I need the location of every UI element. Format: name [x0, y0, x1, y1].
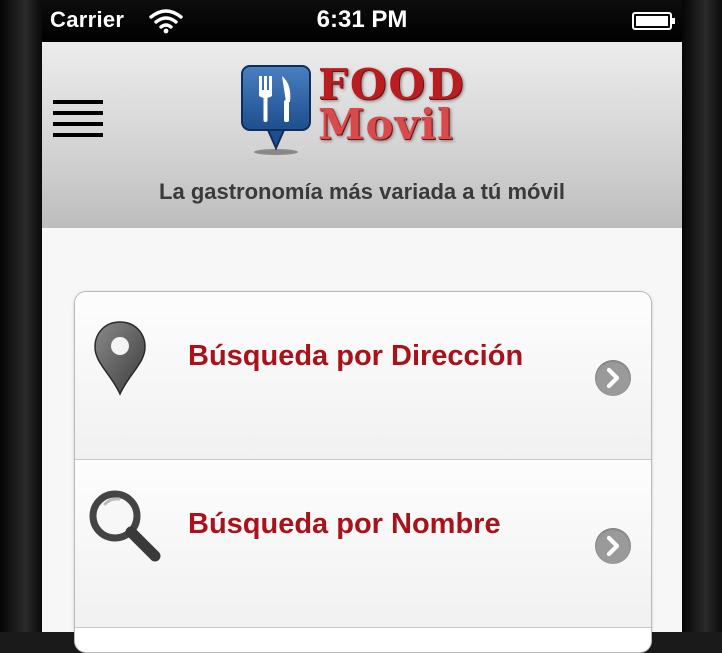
magnifier-icon	[85, 486, 165, 571]
tagline: La gastronomía más variada a tú móvil	[159, 179, 565, 204]
device-bezel-right	[682, 0, 722, 632]
logo-wordmark: FOOD Movil	[318, 64, 488, 146]
list-item-label: Búsqueda por Dirección	[188, 340, 524, 372]
device-frame: Carrier 6:31 PM FOOD Movil La gastronomí…	[0, 0, 722, 653]
hamburger-menu-icon[interactable]	[53, 98, 103, 142]
list-item-search-by-address[interactable]: Búsqueda por Dirección	[75, 292, 651, 460]
list-item-label: Búsqueda por Nombre	[188, 508, 501, 540]
logo-line2: Movil	[318, 100, 454, 149]
map-pin-icon	[89, 318, 151, 403]
app-header: FOOD Movil La gastronomía más variada a …	[42, 42, 682, 229]
status-bar: Carrier 6:31 PM	[42, 0, 682, 42]
clock-time: 6:31 PM	[316, 6, 408, 33]
main-content: Búsqueda por Dirección Búsqueda por Nomb…	[42, 228, 682, 653]
chevron-right-icon	[595, 360, 631, 396]
search-options-list: Búsqueda por Dirección Búsqueda por Nomb…	[74, 291, 652, 653]
chevron-right-icon	[595, 528, 631, 564]
fork-knife-icon	[241, 65, 311, 155]
list-item-search-by-name[interactable]: Búsqueda por Nombre	[75, 460, 651, 628]
battery-icon	[632, 11, 676, 36]
device-bezel-left	[0, 0, 42, 632]
